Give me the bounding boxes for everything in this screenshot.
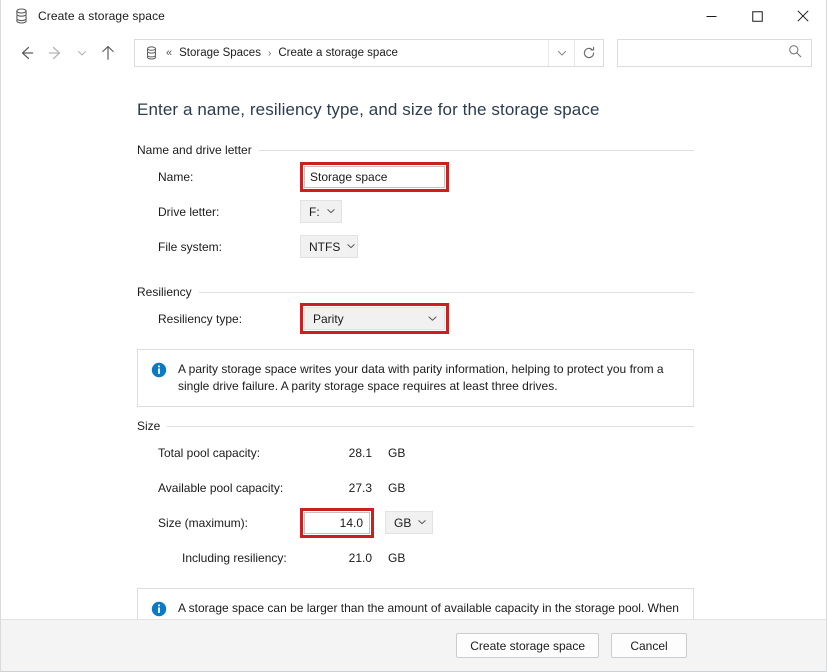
section-name-and-drive-letter: Name and drive letter Name: Drive letter…	[137, 143, 694, 264]
resiliency-type-label: Resiliency type:	[158, 311, 243, 326]
including-resiliency-unit: GB	[388, 550, 406, 565]
row-size-maximum: Size (maximum): GB	[137, 505, 694, 540]
row-total-pool-capacity: Total pool capacity: 28.1 GB	[137, 435, 694, 470]
section-title: Name and drive letter	[137, 143, 252, 157]
section-header-size: Size	[137, 419, 694, 433]
drive-letter-dropdown[interactable]: F:	[300, 200, 342, 223]
resiliency-info-banner: A parity storage space writes your data …	[137, 349, 694, 407]
row-file-system: File system: NTFS	[137, 229, 694, 264]
title-bar-left: Create a storage space	[1, 8, 165, 24]
file-system-value: NTFS	[309, 239, 341, 254]
name-field-highlight	[300, 161, 449, 192]
breadcrumb-overflow-icon[interactable]: «	[166, 47, 172, 59]
refresh-icon[interactable]	[574, 40, 603, 66]
address-chevron-down-icon[interactable]	[548, 40, 574, 66]
size-maximum-label: Size (maximum):	[158, 515, 249, 530]
size-info-banner: A storage space can be larger than the a…	[137, 588, 694, 619]
forward-button[interactable]	[41, 38, 71, 68]
row-resiliency-type: Resiliency type: Parity	[137, 301, 694, 336]
info-icon	[151, 601, 167, 619]
create-storage-space-window: Create a storage space « Storage Spaces …	[0, 0, 827, 672]
drive-letter-value: F:	[309, 204, 320, 219]
window-title: Create a storage space	[38, 9, 165, 23]
chevron-down-icon	[417, 516, 427, 530]
section-size: Size Total pool capacity: 28.1 GB Availa…	[137, 419, 694, 619]
breadcrumb: « Storage Spaces › Create a storage spac…	[166, 47, 548, 59]
row-available-pool-capacity: Available pool capacity: 27.3 GB	[137, 470, 694, 505]
size-maximum-input[interactable]	[304, 511, 370, 534]
search-input[interactable]	[628, 46, 788, 60]
section-divider	[198, 291, 694, 293]
navigation-bar: « Storage Spaces › Create a storage spac…	[1, 32, 826, 74]
size-maximum-highlight	[300, 507, 374, 538]
recent-locations-chevron-down-icon[interactable]	[71, 38, 93, 68]
search-box[interactable]	[617, 39, 812, 67]
close-button[interactable]	[780, 0, 826, 32]
section-divider	[258, 149, 694, 151]
available-pool-capacity-value: 27.3	[348, 480, 372, 495]
maximize-button[interactable]	[734, 0, 780, 32]
drive-letter-label: Drive letter:	[158, 204, 220, 219]
available-pool-capacity-label: Available pool capacity:	[158, 480, 284, 495]
file-system-label: File system:	[158, 239, 223, 254]
size-unit-dropdown[interactable]: GB	[385, 511, 433, 534]
resiliency-type-dropdown[interactable]: Parity	[304, 307, 445, 330]
search-icon[interactable]	[788, 44, 802, 63]
storage-disk-icon	[14, 8, 29, 24]
size-unit-value: GB	[394, 515, 412, 530]
minimize-button[interactable]	[688, 0, 734, 32]
breadcrumb-separator-icon: ›	[267, 47, 272, 59]
chevron-down-icon	[346, 240, 356, 254]
row-drive-letter: Drive letter: F:	[137, 194, 694, 229]
cancel-button[interactable]: Cancel	[611, 633, 687, 658]
section-header-name-and-drive-letter: Name and drive letter	[137, 143, 694, 157]
section-resiliency: Resiliency Resiliency type: Parity A par…	[137, 285, 694, 407]
row-including-resiliency: Including resiliency: 21.0 GB	[137, 540, 694, 575]
including-resiliency-value: 21.0	[348, 550, 372, 565]
total-pool-capacity-unit: GB	[388, 445, 406, 460]
content-area: Enter a name, resiliency type, and size …	[1, 74, 826, 619]
size-info-text: A storage space can be larger than the a…	[178, 601, 679, 619]
file-system-dropdown[interactable]: NTFS	[300, 235, 358, 258]
up-button[interactable]	[93, 38, 123, 68]
chevron-down-icon	[427, 313, 438, 324]
total-pool-capacity-value: 28.1	[348, 445, 372, 460]
available-pool-capacity-unit: GB	[388, 480, 406, 495]
resiliency-info-text: A parity storage space writes your data …	[178, 362, 664, 393]
create-storage-space-button[interactable]: Create storage space	[456, 633, 599, 658]
title-bar: Create a storage space	[1, 0, 826, 32]
section-divider	[167, 425, 694, 427]
total-pool-capacity-label: Total pool capacity:	[158, 445, 261, 460]
page-body: Enter a name, resiliency type, and size …	[1, 74, 826, 619]
row-name: Name:	[137, 159, 694, 194]
section-header-resiliency: Resiliency	[137, 285, 694, 299]
footer-bar: Create storage space Cancel	[1, 619, 826, 671]
caption-buttons	[688, 0, 826, 32]
breadcrumb-item-storage-spaces[interactable]: Storage Spaces	[179, 47, 261, 59]
resiliency-type-highlight: Parity	[300, 303, 449, 334]
chevron-down-icon	[326, 205, 336, 219]
section-title: Size	[137, 419, 161, 433]
name-input[interactable]	[304, 165, 445, 188]
breadcrumb-item-create-a-storage-space[interactable]: Create a storage space	[278, 47, 398, 59]
section-title: Resiliency	[137, 285, 192, 299]
including-resiliency-label: Including resiliency:	[182, 550, 287, 565]
address-storage-disk-icon	[145, 46, 158, 60]
name-label: Name:	[158, 169, 194, 184]
info-icon	[151, 362, 167, 383]
address-bar[interactable]: « Storage Spaces › Create a storage spac…	[134, 39, 604, 67]
back-button[interactable]	[11, 38, 41, 68]
page-title: Enter a name, resiliency type, and size …	[137, 100, 600, 119]
